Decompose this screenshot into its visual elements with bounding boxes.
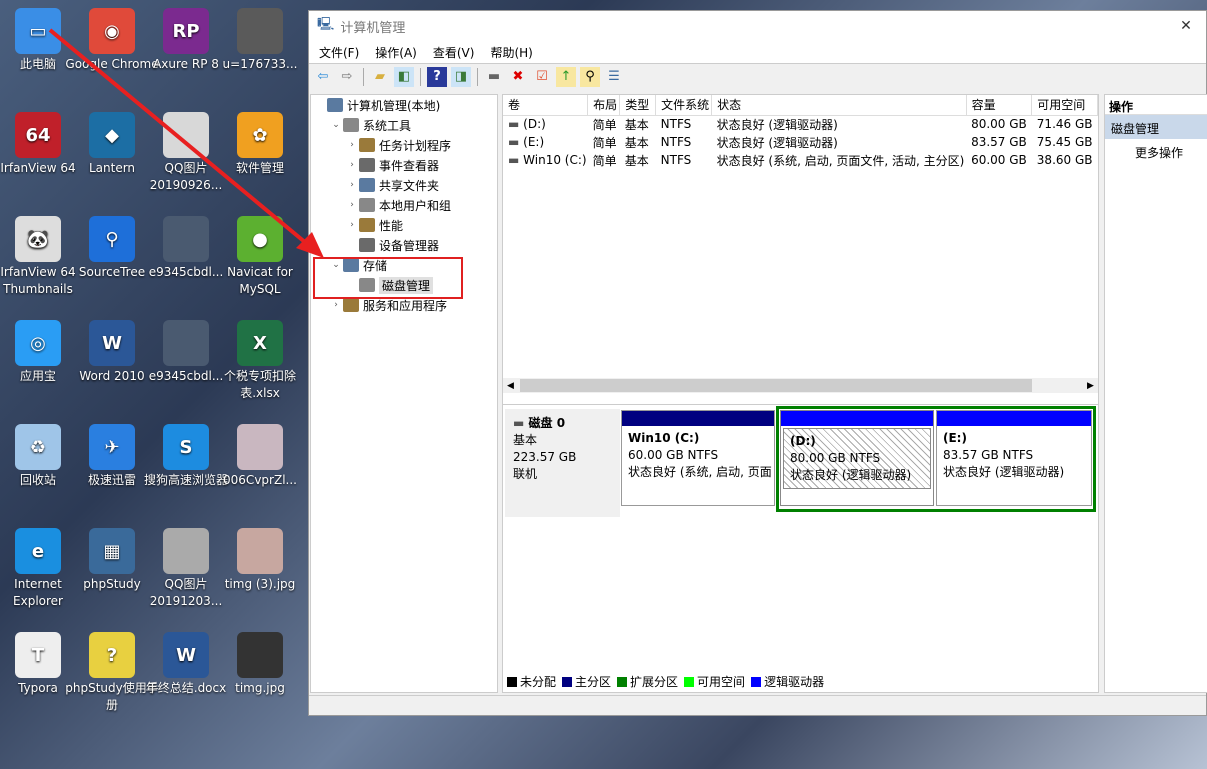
annotation-arrow <box>48 28 324 258</box>
